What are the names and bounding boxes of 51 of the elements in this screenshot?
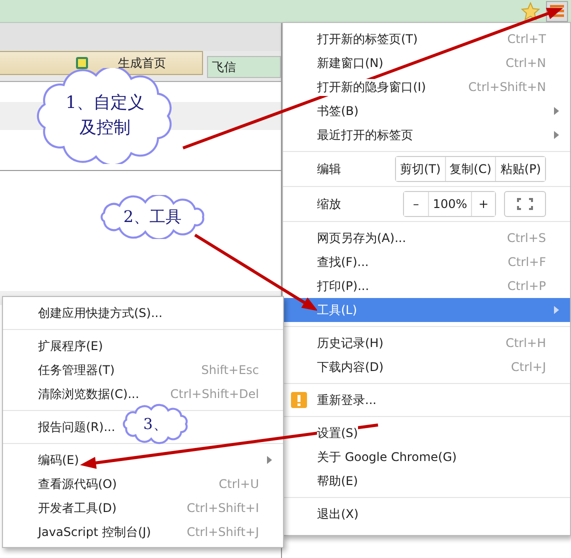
fullscreen-button[interactable] [504, 191, 546, 217]
menu-label: 缩放 [317, 196, 341, 212]
menu-item[interactable]: 工具(L) [283, 298, 570, 322]
fullscreen-icon [517, 198, 533, 210]
shortcut-label: Ctrl+T [507, 32, 546, 46]
menu-item[interactable]: 创建应用快捷方式(S)... [3, 301, 283, 325]
menu-item[interactable]: 关于 Google Chrome(G) [283, 445, 570, 469]
menu-item[interactable]: 清除浏览数据(C)... Ctrl+Shift+Del [3, 382, 283, 406]
menu-item[interactable]: 设置(S) [283, 421, 570, 445]
menu-label: 编辑 [317, 160, 341, 178]
shortcut-label: Ctrl+H [506, 336, 546, 350]
menu-item[interactable]: JavaScript 控制台(J) Ctrl+Shift+J [3, 520, 283, 544]
shortcut-label: Ctrl+U [218, 477, 259, 491]
shortcut-label: Ctrl+Shift+Del [170, 387, 259, 401]
callout-cloud [122, 404, 188, 444]
menu-item[interactable]: 书签(B) [283, 99, 570, 123]
zoom-in-button[interactable]: + [471, 192, 495, 216]
shortcut-label: Ctrl+Shift+I [186, 501, 259, 515]
menu-item[interactable]: 打印(P)... Ctrl+P [283, 274, 570, 298]
menu-item[interactable]: 打开新的隐身窗口(I) Ctrl+Shift+N [283, 75, 570, 99]
warning-icon [291, 392, 307, 408]
menu-item[interactable]: 开发者工具(D) Ctrl+Shift+I [3, 496, 283, 520]
shortcut-label: Ctrl+Shift+J [186, 525, 259, 539]
menu-item[interactable]: 下载内容(D) Ctrl+J [283, 355, 570, 379]
menu-item[interactable]: 退出(X) [283, 502, 570, 526]
shortcut-label: Ctrl+Shift+N [468, 80, 546, 94]
input-field[interactable]: 飞信 [207, 56, 281, 78]
shortcut-label: Ctrl+P [507, 279, 546, 293]
menu-item[interactable]: 网页另存为(A)... Ctrl+S [283, 226, 570, 250]
menu-action-button[interactable]: 粘贴(P) [495, 157, 545, 181]
callout-text: 1、自定义及控制 [64, 92, 146, 140]
page-tab[interactable]: 生成首页 [0, 51, 203, 75]
callout-text: 3、 [143, 414, 168, 435]
menu-item[interactable]: 打开新的标签页(T) Ctrl+T [283, 27, 570, 51]
callout-text: 2、工具 [123, 206, 182, 228]
menu-item[interactable]: 新建窗口(N) Ctrl+N [283, 51, 570, 75]
shortcut-label: Ctrl+S [506, 231, 546, 245]
page-icon [76, 57, 88, 69]
menu-item[interactable]: 查找(F)... Ctrl+F [283, 250, 570, 274]
menu-item[interactable]: 查看源代码(O) Ctrl+U [3, 472, 283, 496]
star-icon[interactable] [521, 2, 540, 20]
shortcut-label: Shift+Esc [201, 363, 259, 377]
menu-item[interactable]: 任务管理器(T) Shift+Esc [3, 358, 283, 382]
menu-item[interactable]: 重新登录... [283, 388, 570, 412]
menu-item[interactable]: 历史记录(H) Ctrl+H [283, 331, 570, 355]
shortcut-label: Ctrl+N [506, 56, 546, 70]
menu-item[interactable]: 扩展程序(E) [3, 334, 283, 358]
shortcut-label: Ctrl+F [508, 255, 546, 269]
shortcut-label: Ctrl+J [511, 360, 546, 374]
menu-item[interactable]: 帮助(E) [283, 469, 570, 493]
menu-item[interactable]: 最近打开的标签页 [283, 123, 570, 147]
